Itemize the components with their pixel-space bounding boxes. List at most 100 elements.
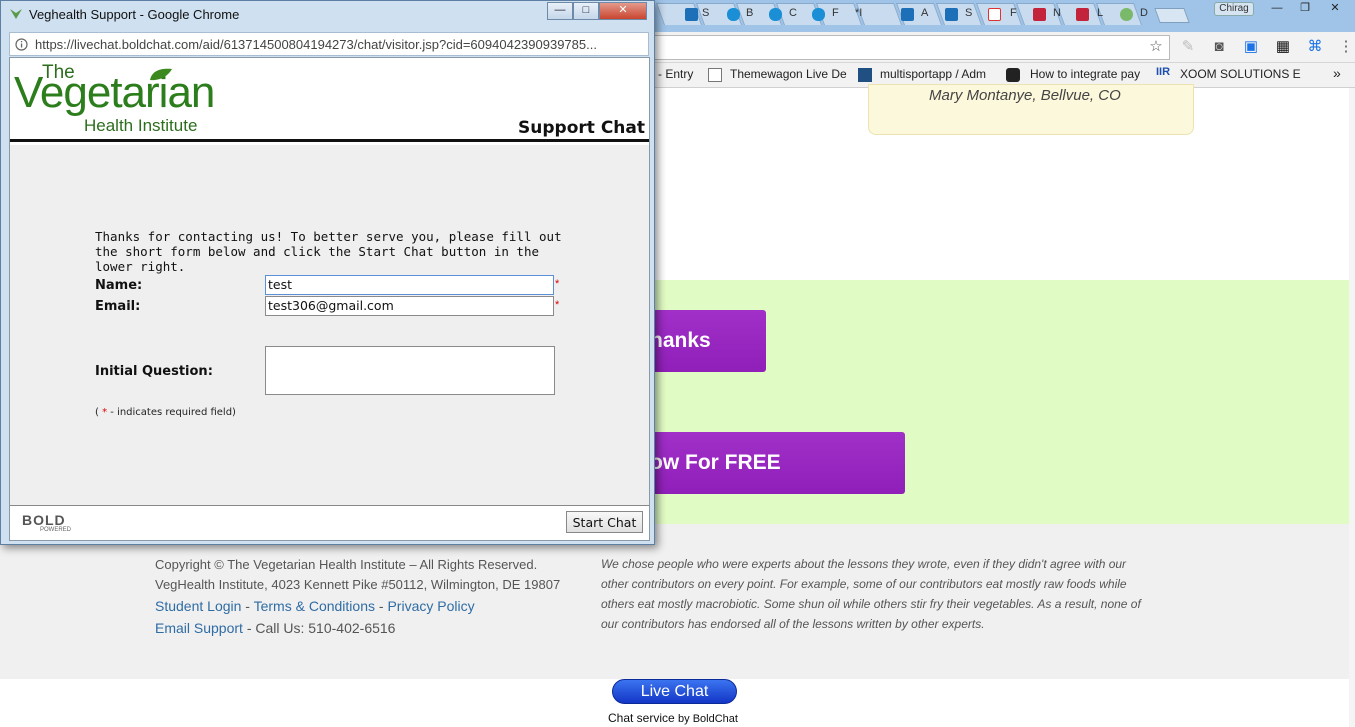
chat-header: The Vegetarian Health Institute Support … xyxy=(10,58,649,142)
tab-label: C xyxy=(789,7,797,19)
support-chat-heading: Support Chat xyxy=(518,118,645,138)
profile-button[interactable]: Chirag xyxy=(1214,2,1254,16)
testimonial-card: Mary Montanye, Bellvue, CO xyxy=(868,84,1194,135)
chat-form: Thanks for contacting us! To better serv… xyxy=(10,145,649,505)
star-icon[interactable]: ☆ xyxy=(1148,39,1164,55)
gmail-icon xyxy=(988,8,1001,21)
required-note-open: ( xyxy=(95,407,99,418)
address-bar[interactable] xyxy=(655,35,1170,60)
tab-favicon-icon xyxy=(945,8,958,21)
live-chat-button[interactable]: Live Chat xyxy=(612,679,737,704)
salesforce-cloud-icon xyxy=(812,8,825,21)
chat-form-container: The Vegetarian Health Institute Support … xyxy=(9,57,650,541)
veghealth-leaf-icon xyxy=(10,9,22,19)
chat-service-credit: Chat service by BoldChat xyxy=(608,711,738,725)
footer-paragraph-line: our contributors has endorsed all of the… xyxy=(601,617,985,631)
tab-label: F xyxy=(1010,7,1017,19)
copyright-text: Copyright © The Vegetarian Health Instit… xyxy=(155,557,538,572)
footer-links: Student Login - Terms & Conditions - Pri… xyxy=(155,598,475,614)
name-label: Name: xyxy=(95,278,143,293)
required-note: ( * - indicates required field) xyxy=(95,407,236,418)
bold-logo: BOLD xyxy=(22,512,66,528)
tab-favicon-icon xyxy=(685,8,698,21)
close-icon[interactable]: ✕ xyxy=(599,2,647,20)
footer-paragraph-line: We chose people who were experts about t… xyxy=(601,557,1127,571)
maximize-icon[interactable]: ❐ xyxy=(1290,0,1320,17)
required-star: * xyxy=(555,299,560,311)
bookmark-item[interactable]: XOOM SOLUTIONS E xyxy=(1180,67,1301,81)
footer-paragraph-line: others eat mostly macrobiotic. Some shun… xyxy=(601,597,1141,611)
tab-label: S xyxy=(702,7,710,19)
link-separator: - xyxy=(375,598,388,614)
bookmark-item[interactable]: How to integrate pay xyxy=(1030,67,1140,81)
xoom-icon: IIR xyxy=(1156,66,1171,78)
tab-label: B xyxy=(746,7,754,19)
pdf-extension-icon[interactable]: ✎ xyxy=(1180,39,1196,55)
site-footer: Copyright © The Vegetarian Health Instit… xyxy=(0,524,1355,679)
browser-tab[interactable] xyxy=(855,3,903,25)
bookmark-item[interactable]: Themewagon Live De xyxy=(730,67,847,81)
popup-url-bar[interactable]: https://livechat.boldchat.com/aid/613714… xyxy=(9,32,649,56)
new-tab-button[interactable] xyxy=(1154,8,1190,23)
email-support-link[interactable]: Email Support xyxy=(155,620,243,636)
salesforce-cloud-icon xyxy=(727,8,740,21)
bookmark-item[interactable]: - Entry xyxy=(658,67,693,81)
dev-extension-icon[interactable]: ⌘ xyxy=(1307,39,1323,55)
meetup-icon xyxy=(1076,8,1089,21)
stackoverflow-icon xyxy=(1006,68,1020,82)
required-star: * xyxy=(102,407,108,418)
initial-question-label: Initial Question: xyxy=(95,364,213,379)
logo-health-institute: Health Institute xyxy=(84,116,198,135)
tab-label: A xyxy=(921,7,929,19)
initial-question-field[interactable] xyxy=(265,346,555,395)
window-title: Veghealth Support - Google Chrome xyxy=(29,7,240,22)
leaf-logo-icon xyxy=(150,68,172,81)
page-icon xyxy=(708,68,722,82)
browser-tab[interactable] xyxy=(935,3,983,25)
screen-capture-icon[interactable]: ▣ xyxy=(1243,39,1259,55)
bookmark-item[interactable]: multisportapp / Adm xyxy=(880,67,986,81)
veghealth-leaf-icon xyxy=(1120,8,1133,21)
window-controls: — □ ✕ xyxy=(547,2,649,21)
email-label: Email: xyxy=(95,299,141,314)
maximize-icon[interactable]: □ xyxy=(573,2,599,20)
chat-service-by[interactable]: by BoldChat xyxy=(678,713,738,725)
tab-label: D xyxy=(1140,7,1148,19)
phone-text: - Call Us: 510-402-6516 xyxy=(242,620,396,636)
address-text: VegHealth Institute, 4023 Kennett Pike #… xyxy=(155,577,561,592)
tab-label: S xyxy=(965,7,973,19)
email-field[interactable]: test306@gmail.com xyxy=(265,296,554,316)
menu-icon[interactable]: ⋮ xyxy=(1338,39,1354,55)
tab-label: N xyxy=(1053,7,1061,19)
bitbucket-icon xyxy=(858,68,872,82)
start-chat-button[interactable]: Start Chat xyxy=(566,511,643,533)
camera-icon[interactable]: ◙ xyxy=(1211,39,1227,55)
footer-paragraph-line: other contributors on every point. For e… xyxy=(601,577,1127,591)
tab-favicon-icon xyxy=(901,8,914,21)
required-note-text: - indicates required field) xyxy=(110,407,236,418)
tab-label: F xyxy=(832,7,839,19)
terms-link[interactable]: Terms & Conditions xyxy=(254,598,375,614)
minimize-icon[interactable]: — xyxy=(547,2,573,20)
info-icon xyxy=(15,38,28,51)
student-login-link[interactable]: Student Login xyxy=(155,598,241,614)
bookmarks-overflow-icon[interactable]: » xyxy=(1333,65,1341,81)
meetup-icon xyxy=(1033,8,1046,21)
bold-powered-text: POWERED xyxy=(40,527,72,533)
chat-popup-window: Veghealth Support - Google Chrome — □ ✕ … xyxy=(0,0,655,545)
tab-label: *I xyxy=(855,7,863,19)
logo-vegetarian: Vegetarian xyxy=(14,68,215,117)
testimonial-author: Mary Montanye, Bellvue, CO xyxy=(929,87,1121,104)
tab-label: L xyxy=(1097,7,1104,19)
page-scrollbar[interactable] xyxy=(1349,88,1355,727)
start-free-button[interactable]: ow For FREE xyxy=(620,432,905,494)
grid-extension-icon[interactable]: ▦ xyxy=(1275,39,1291,55)
intro-text: Thanks for contacting us! To better serv… xyxy=(95,229,562,274)
minimize-icon[interactable]: — xyxy=(1262,0,1292,17)
chat-service-text: Chat service xyxy=(608,711,675,725)
name-field[interactable]: test xyxy=(265,275,554,295)
link-separator: - xyxy=(241,598,254,614)
close-icon[interactable]: ✕ xyxy=(1320,0,1350,17)
popup-url-text: https://livechat.boldchat.com/aid/613714… xyxy=(35,37,597,52)
privacy-link[interactable]: Privacy Policy xyxy=(387,598,474,614)
